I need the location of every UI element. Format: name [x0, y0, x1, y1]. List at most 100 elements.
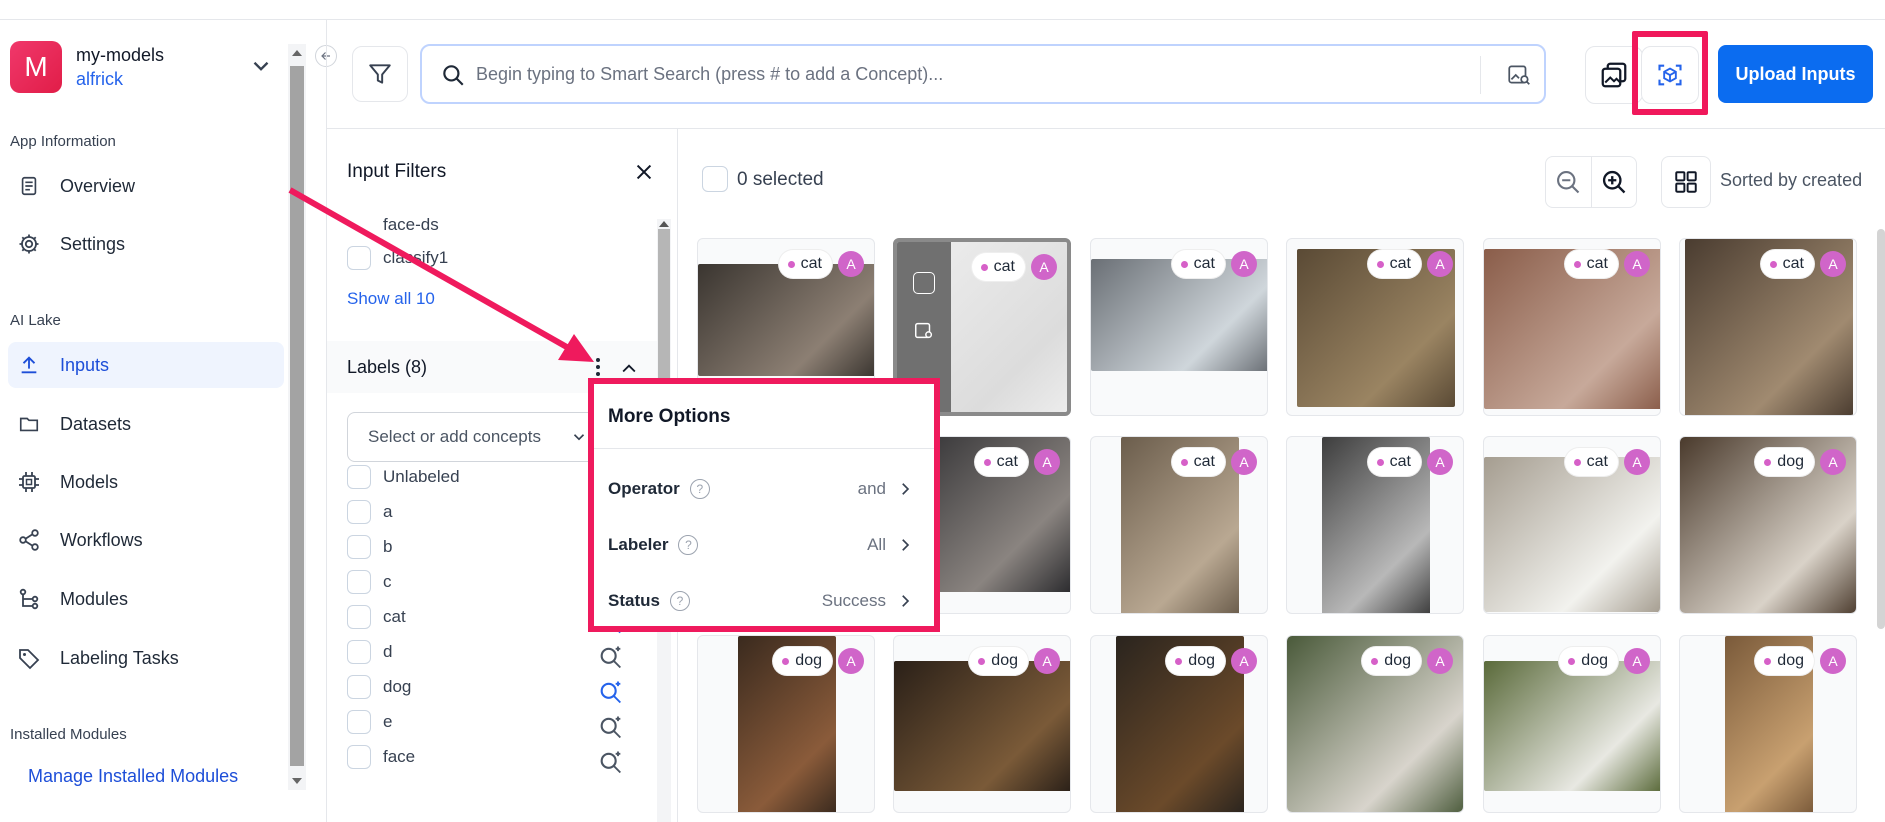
dataset-filter-classify1[interactable]: classify1: [347, 246, 448, 270]
card-select-checkbox[interactable]: [913, 272, 935, 294]
close-icon[interactable]: [633, 161, 655, 183]
input-card[interactable]: catA: [1286, 436, 1464, 614]
label-name: Unlabeled: [383, 467, 460, 486]
sidebar-item-datasets[interactable]: Datasets: [8, 401, 284, 447]
label-filter-e[interactable]: e: [347, 710, 392, 734]
annotator-badge: A: [838, 648, 864, 674]
checkbox[interactable]: [347, 500, 371, 524]
sidebar-item-workflows[interactable]: Workflows: [8, 517, 284, 563]
magic-search-icon[interactable]: [597, 713, 625, 741]
dataset-filter-face-ds[interactable]: face-ds: [347, 213, 439, 237]
input-card[interactable]: catA: [1286, 238, 1464, 416]
checkbox[interactable]: [347, 605, 371, 629]
sort-label[interactable]: Sorted by created: [1720, 170, 1862, 191]
menu-item-operator[interactable]: Operator ? and: [594, 464, 934, 514]
magic-search-icon[interactable]: [597, 748, 625, 776]
concept-tag: cat: [1564, 448, 1618, 476]
sidebar-item-inputs[interactable]: Inputs: [8, 342, 284, 388]
app-name: my-models: [76, 44, 165, 65]
checkbox[interactable]: [347, 710, 371, 734]
annotator-badge: A: [1231, 449, 1257, 475]
input-card[interactable]: dog A: [1679, 436, 1857, 614]
label-filter-d[interactable]: d: [347, 640, 392, 664]
annotator-badge: A: [1231, 648, 1257, 674]
sidebar-item-settings[interactable]: Settings: [8, 221, 284, 267]
input-card[interactable]: dog A: [1090, 635, 1268, 813]
label-filter-c[interactable]: c: [347, 570, 392, 594]
annotator-badge: A: [1231, 251, 1257, 277]
zoom-out-button[interactable]: [1546, 157, 1591, 207]
checkbox[interactable]: [347, 246, 371, 270]
menu-item-labeler[interactable]: Labeler ? All: [594, 520, 934, 570]
app-user-link[interactable]: alfrick: [76, 69, 164, 90]
help-icon[interactable]: ?: [678, 535, 699, 555]
scrollbar-thumb[interactable]: [1877, 229, 1885, 629]
annotator-badge: A: [1624, 648, 1650, 674]
gear-icon: [16, 231, 42, 257]
input-card[interactable]: catA: [1090, 436, 1268, 614]
folder-icon: [16, 411, 42, 437]
grid-layout-button[interactable]: [1661, 156, 1711, 208]
show-all-datasets-link[interactable]: Show all 10: [347, 289, 435, 309]
chevron-up-icon[interactable]: [619, 359, 639, 379]
app-root: M my-models alfrick App Information Over…: [0, 0, 1885, 822]
app-switcher[interactable]: M my-models alfrick: [10, 37, 288, 97]
sidebar-item-overview[interactable]: Overview: [8, 163, 284, 209]
sidebar-item-labeling-tasks[interactable]: Labeling Tasks: [8, 635, 284, 681]
chevron-down-icon[interactable]: [248, 53, 274, 79]
input-card[interactable]: catA: [1483, 238, 1661, 416]
checkbox[interactable]: [347, 640, 371, 664]
input-card[interactable]: dog A: [1679, 635, 1857, 813]
label-filter-a[interactable]: a: [347, 500, 392, 524]
label-name: d: [383, 642, 393, 661]
input-card[interactable]: catA: [1679, 238, 1857, 416]
label-name: a: [383, 502, 393, 521]
magic-search-icon[interactable]: [597, 678, 625, 706]
sidebar-item-modules[interactable]: Modules: [8, 576, 284, 622]
scroll-up-icon[interactable]: [659, 221, 669, 227]
menu-item-status[interactable]: Status ? Success: [594, 576, 934, 626]
sidebar-scrollbar[interactable]: [288, 44, 306, 790]
help-icon[interactable]: ?: [689, 479, 710, 499]
checkbox[interactable]: [347, 570, 371, 594]
smart-search-bar[interactable]: [420, 44, 1546, 104]
input-card[interactable]: dog A: [893, 635, 1071, 813]
concept-select[interactable]: Select or add concepts: [347, 412, 597, 462]
sidebar-item-models[interactable]: Models: [8, 459, 284, 505]
search-input[interactable]: [476, 58, 1436, 90]
cat-photo: [1484, 457, 1660, 612]
magic-search-icon[interactable]: [597, 643, 625, 671]
image-search-icon[interactable]: [1506, 62, 1532, 88]
checkbox[interactable]: [347, 745, 371, 769]
input-card[interactable]: dog A: [1483, 635, 1661, 813]
tag-icon: [16, 645, 42, 671]
input-card[interactable]: catA: [1090, 238, 1268, 416]
label-filter-cat[interactable]: cat: [347, 605, 406, 629]
label-filter-dog[interactable]: dog: [347, 675, 411, 699]
more-options-kebab-icon[interactable]: [589, 356, 607, 378]
zoom-in-button[interactable]: [1590, 157, 1636, 207]
filter-button[interactable]: [352, 46, 408, 102]
label-filter-face[interactable]: face: [347, 745, 415, 769]
scroll-down-icon[interactable]: [292, 778, 302, 784]
label-filter-b[interactable]: b: [347, 535, 392, 559]
input-card[interactable]: dog A: [697, 635, 875, 813]
input-card[interactable]: catA: [1483, 436, 1661, 614]
sidebar-item-label: Datasets: [60, 413, 132, 434]
scroll-up-icon[interactable]: [292, 50, 302, 56]
scrollbar-thumb[interactable]: [290, 66, 304, 766]
gallery-scrollbar[interactable]: [1877, 219, 1885, 822]
checkbox[interactable]: [347, 675, 371, 699]
label-filter-unlabeled[interactable]: Unlabeled: [347, 465, 460, 489]
upload-inputs-button[interactable]: Upload Inputs: [1718, 45, 1873, 103]
help-icon[interactable]: ?: [669, 591, 690, 611]
manage-installed-modules-link[interactable]: Manage Installed Modules: [28, 766, 238, 787]
checkbox[interactable]: [347, 535, 371, 559]
concept-tag: dog: [773, 647, 832, 675]
concept-tag: dog: [969, 647, 1028, 675]
input-card[interactable]: dog A: [1286, 635, 1464, 813]
checkbox[interactable]: [347, 465, 371, 489]
image-search-icon[interactable]: [913, 320, 935, 342]
select-all-checkbox[interactable]: [702, 166, 728, 192]
label-name: e: [383, 712, 393, 731]
